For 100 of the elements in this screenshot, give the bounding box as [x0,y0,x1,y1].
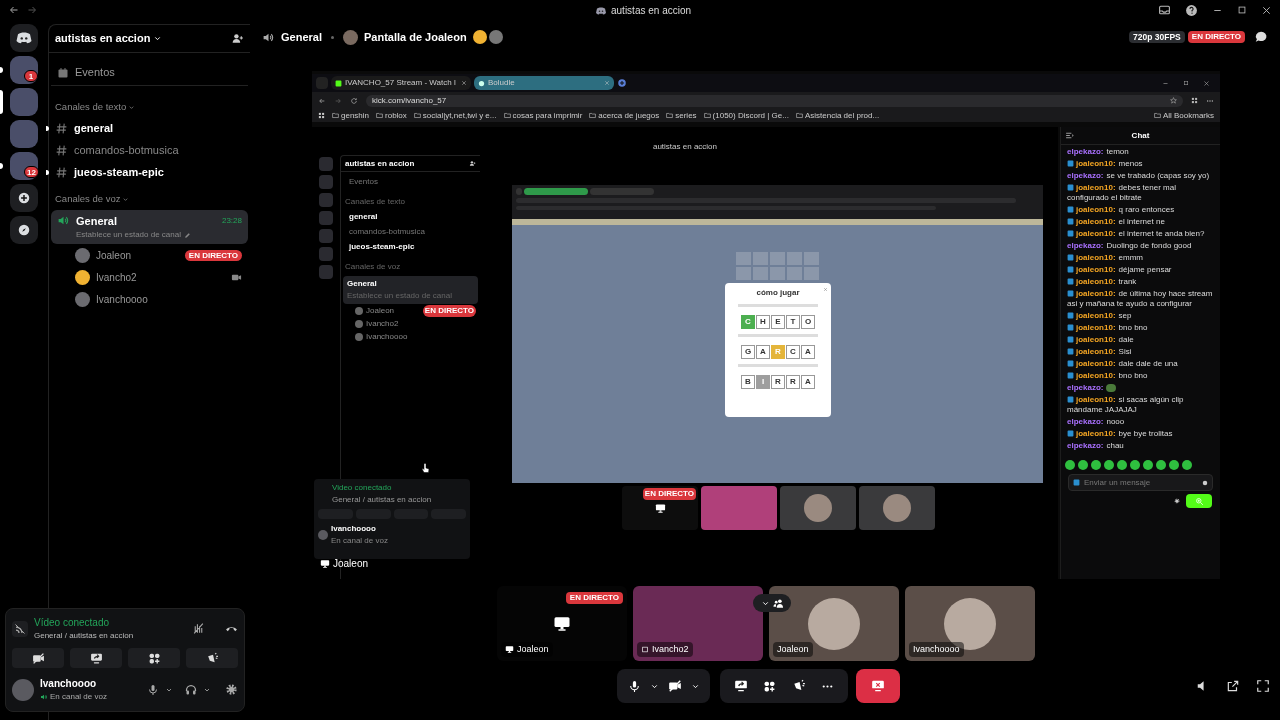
voice-member[interactable]: Ivanchoooo [49,289,250,310]
server-icon[interactable] [10,152,38,180]
server-name-button[interactable]: autistas en accion [345,157,415,170]
back-icon[interactable] [318,96,326,105]
maximize-icon[interactable] [1183,79,1189,86]
live-badge: EN DIRECTO [422,304,476,317]
fullscreen-icon[interactable] [1256,679,1270,693]
chat-icon[interactable] [1254,30,1268,44]
browser-tab[interactable]: IVANCHO_57 Stream - Watch l [331,76,471,90]
connection-status: Video conectado [332,482,393,494]
letter-tile: R [771,345,785,359]
chat-message: joaleon10: el internet ne [1067,217,1214,227]
bookmark[interactable]: cosas para imprimir [503,109,583,122]
camera-off-button[interactable] [12,648,64,668]
noise-suppression-icon[interactable] [192,622,205,635]
stop-stream-button[interactable] [856,669,900,703]
apps-icon[interactable] [318,112,325,119]
text-channel[interactable]: general [341,211,480,223]
message-input[interactable]: Enviar un mensaje [1068,474,1213,491]
bookmark[interactable]: (1050) Discord | Ge... [703,109,789,122]
people-icon [772,597,784,609]
connection-status: Vídeo conectado [34,616,111,630]
letter-tile: C [786,345,800,359]
user-badge-icon [1073,479,1080,486]
screen-share-tile[interactable]: EN DIRECTO Joaleon [497,586,627,661]
activities-button[interactable] [128,648,180,668]
participants-button[interactable] [753,594,791,612]
settings-icon[interactable] [1174,498,1180,504]
voice-member[interactable]: Joaleon EN DIRECTO [341,304,480,317]
settings-icon[interactable] [225,683,238,696]
new-tab-icon[interactable] [617,78,627,88]
live-badge: EN DIRECTO [1187,31,1245,43]
participant-tile[interactable]: Joaleon [769,586,899,661]
letter-tile: I [756,375,770,389]
server-name-button[interactable]: autistas en accion [55,30,163,47]
invite-icon[interactable] [469,160,476,167]
voice-channel[interactable]: General 23:28 Establece un estado de canal [51,209,248,244]
microphone-icon[interactable] [147,683,159,696]
participant-tile[interactable] [780,486,856,530]
back-icon[interactable] [8,4,20,16]
events-item[interactable]: Eventos [51,60,248,86]
help-icon[interactable] [1185,3,1198,17]
participant-tile[interactable] [859,486,935,530]
category-header[interactable]: Canales de texto [49,100,250,115]
bookmark[interactable]: Asistencia del prod... [795,109,880,122]
invite-icon[interactable] [231,32,244,45]
soundboard-button[interactable] [186,648,238,668]
bookmark[interactable]: social|yt,net,twi y e... [413,109,497,122]
bookmark[interactable]: roblox [376,109,407,122]
avatar [318,530,328,540]
events-item[interactable]: Eventos [341,176,480,188]
folder-icon [1153,112,1161,119]
text-channel[interactable]: jueos-steam-epic [49,161,250,184]
inbox-icon[interactable] [1158,3,1171,17]
voice-member[interactable]: Ivancho2 [341,317,480,330]
camera-off-icon[interactable] [667,679,682,693]
home-button[interactable] [10,24,38,52]
category-header[interactable]: Canales de voz [341,261,480,273]
screen-share-button[interactable] [70,648,122,668]
text-channel[interactable]: comandos-botmusica [341,226,480,238]
screen-share-tile[interactable]: EN DIRECTO [622,486,698,530]
bookmark[interactable]: genshin [332,109,370,122]
bookmark-star-icon[interactable] [1170,97,1177,104]
connection-icon[interactable] [12,620,28,637]
bookmark[interactable]: series [666,109,697,122]
maximize-icon[interactable] [1237,5,1247,15]
address-bar[interactable]: kick.com/ivancho_57 [366,94,1183,107]
participant-name: Joaleon [777,642,809,656]
activities-icon[interactable] [763,679,777,693]
category-header[interactable]: Canales de texto [341,196,480,208]
collapse-chat-icon[interactable] [1065,131,1074,140]
add-server-button[interactable] [10,184,38,212]
bookmark[interactable]: All Bookmarks [1153,109,1214,122]
send-button[interactable] [1186,494,1212,508]
pop-out-icon[interactable] [1226,679,1240,693]
voice-member[interactable]: Ivancho2 [49,267,250,288]
monitor-icon [553,614,571,633]
voice-member[interactable]: Joaleon EN DIRECTO [49,245,250,266]
explore-button[interactable] [10,216,38,244]
category-header[interactable]: Canales de voz [49,192,250,207]
participant-tile[interactable]: Ivanchoooo [905,586,1035,661]
folder-icon [703,112,711,119]
text-channel[interactable]: general [49,117,250,140]
close-icon[interactable] [1261,4,1272,16]
text-channel[interactable]: comandos-botmusica [49,139,250,162]
microphone-icon[interactable] [627,679,641,693]
text-channel[interactable]: jueos-steam-epic [341,241,480,253]
avatar [804,494,832,522]
extensions-icon[interactable] [1191,97,1198,104]
browser-tab[interactable]: Boludle [474,76,614,90]
hash-icon [55,143,68,157]
plus-icon [17,191,31,205]
emoji-icon[interactable] [1202,479,1208,486]
voice-member[interactable]: Ivanchoooo [341,330,480,343]
bookmark[interactable]: acerca de juegos [589,109,660,122]
pencil-icon[interactable] [183,231,191,239]
letter-tile: O [801,315,815,329]
reload-icon[interactable] [350,96,358,105]
headphones-icon[interactable] [185,683,197,696]
screen-share-icon[interactable] [733,679,748,693]
